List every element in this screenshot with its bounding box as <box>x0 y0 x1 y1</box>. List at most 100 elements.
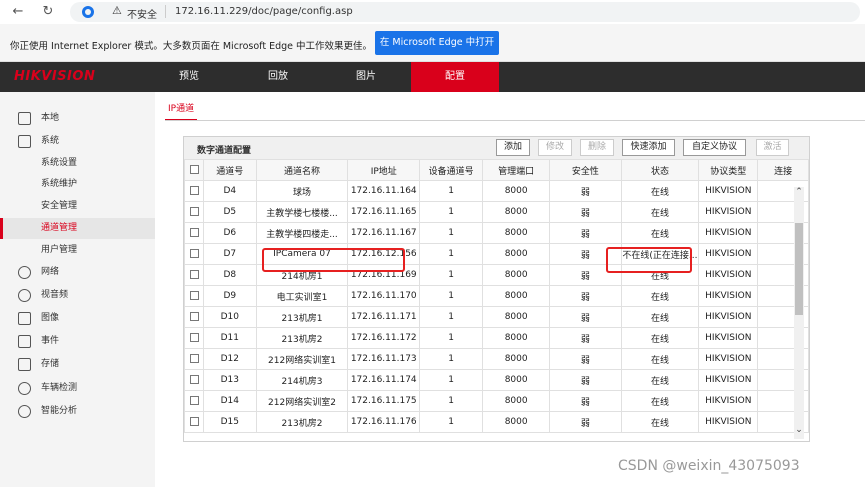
table-row[interactable]: D12 212网络实训室1 172.16.11.173 1 8000 弱在线 HIKVISI… <box>183 348 809 370</box>
table-row[interactable]: D4 球场 172.16.11.164 1 8000 弱在线 HIKVISION <box>183 180 809 202</box>
cell-security: 弱 <box>549 180 622 202</box>
tab-preview[interactable]: 预览 <box>145 62 233 92</box>
custom-protocol-button[interactable]: 自定义协议 <box>683 139 746 156</box>
row-checkbox[interactable] <box>183 243 205 265</box>
sidebar-item-user-management[interactable]: 用户管理 <box>0 240 155 261</box>
table-row[interactable]: D5 主教学楼七楼楼... 172.16.11.165 1 8000 弱在线 HIKVISI… <box>183 201 809 223</box>
cell-status: 在线 <box>620 180 700 202</box>
row-checkbox[interactable] <box>183 180 205 202</box>
cell-protocol: HIKVISION <box>698 180 759 202</box>
col-status[interactable]: 状态 <box>620 159 700 181</box>
col-connection[interactable]: 连接 <box>757 159 809 181</box>
row-checkbox[interactable] <box>183 390 205 412</box>
calendar-icon <box>18 335 31 348</box>
add-button[interactable]: 添加 <box>496 139 530 156</box>
row-checkbox[interactable] <box>183 348 205 370</box>
tab-playback[interactable]: 回放 <box>234 62 322 92</box>
cell-device-channel: 1 <box>418 390 484 412</box>
cell-protocol: HIKVISION <box>698 201 759 223</box>
cell-device-channel: 1 <box>418 264 484 286</box>
cell-management-port: 8000 <box>482 243 551 265</box>
delete-button[interactable]: 删除 <box>580 139 614 156</box>
cell-security: 弱 <box>549 369 622 391</box>
cell-channel-no: D9 <box>203 285 257 307</box>
cell-security: 弱 <box>549 390 622 412</box>
row-checkbox[interactable] <box>183 306 205 328</box>
row-checkbox[interactable] <box>183 222 205 244</box>
cell-status: 在线 <box>620 411 700 433</box>
select-all-checkbox[interactable] <box>183 159 205 181</box>
cell-device-channel: 1 <box>418 369 484 391</box>
sidebar-item-network[interactable]: 网络 <box>0 262 155 283</box>
cell-status: 在线 <box>620 327 700 349</box>
col-channel-name[interactable]: 通道名称 <box>255 159 349 181</box>
cell-channel-no: D15 <box>203 411 257 433</box>
cell-status: 在线 <box>620 285 700 307</box>
col-channel-no[interactable]: 通道号 <box>203 159 257 181</box>
row-checkbox[interactable] <box>183 264 205 286</box>
col-management-port[interactable]: 管理端口 <box>482 159 551 181</box>
sidebar-item-channel-management[interactable]: 通道管理 <box>0 218 155 239</box>
warning-icon: ⚠ <box>112 4 122 17</box>
tab-ip-channel[interactable]: IP通道 <box>165 101 198 121</box>
sidebar-item-video-audio[interactable]: 视音频 <box>0 285 155 306</box>
sidebar-item-system[interactable]: 系统 <box>0 131 155 152</box>
url-text[interactable]: 172.16.11.229/doc/page/config.asp <box>175 6 353 17</box>
scroll-down-icon[interactable]: ⌄ <box>794 425 804 435</box>
table-row[interactable]: D13 214机房3 172.16.11.174 1 8000 弱在线 HIKVISION <box>183 369 809 391</box>
cell-ip-address: 172.16.11.176 <box>347 411 420 433</box>
ie-mode-icon[interactable] <box>82 6 94 18</box>
gear-icon <box>18 405 31 418</box>
row-checkbox[interactable] <box>183 327 205 349</box>
col-protocol[interactable]: 协议类型 <box>698 159 759 181</box>
cell-channel-name: 主教学楼四楼走... <box>255 222 349 244</box>
cell-management-port: 8000 <box>482 348 551 370</box>
cell-protocol: HIKVISION <box>698 369 759 391</box>
sidebar-item-storage[interactable]: 存储 <box>0 354 155 375</box>
panel-title: 数字通道配置 <box>197 146 252 156</box>
table-row[interactable]: D9 电工实训室1 172.16.11.170 1 8000 弱在线 HIKVISION <box>183 285 809 307</box>
scroll-thumb[interactable] <box>795 223 803 315</box>
row-checkbox[interactable] <box>183 285 205 307</box>
tab-picture[interactable]: 图片 <box>322 62 410 92</box>
globe-icon <box>18 266 31 279</box>
table-row[interactable]: D6 主教学楼四楼走... 172.16.11.167 1 8000 弱在线 HIKVISI… <box>183 222 809 244</box>
col-device-channel[interactable]: 设备通道号 <box>418 159 484 181</box>
table-row[interactable]: D10 213机房1 172.16.11.171 1 8000 弱在线 HIKVISION <box>183 306 809 328</box>
table-scrollbar[interactable]: ⌃ ⌄ <box>794 187 804 439</box>
row-checkbox[interactable] <box>183 201 205 223</box>
cell-channel-name: 电工实训室1 <box>255 285 349 307</box>
top-navigation: HIKVISION 预览 回放 图片 配置 <box>0 62 865 92</box>
sidebar-item-system-settings[interactable]: 系统设置 <box>0 153 155 174</box>
sidebar-item-event[interactable]: 事件 <box>0 331 155 352</box>
col-ip-address[interactable]: IP地址 <box>347 159 420 181</box>
sidebar-item-local[interactable]: 本地 <box>0 108 155 129</box>
back-icon[interactable]: ← <box>10 4 26 20</box>
table-row[interactable]: D14 212网络实训室2 172.16.11.175 1 8000 弱在线 HIKVISI… <box>183 390 809 412</box>
vehicle-icon <box>18 382 31 395</box>
sidebar-item-security[interactable]: 安全管理 <box>0 196 155 217</box>
cell-device-channel: 1 <box>418 243 484 265</box>
quick-add-button[interactable]: 快速添加 <box>622 139 675 156</box>
table-row[interactable]: D15 213机房2 172.16.11.176 1 8000 弱在线 HIKVISION <box>183 411 809 433</box>
row-checkbox[interactable] <box>183 411 205 433</box>
tab-configuration[interactable]: 配置 <box>411 62 499 92</box>
sidebar-item-vehicle-detection[interactable]: 车辆检测 <box>0 378 155 399</box>
activate-button[interactable]: 激活 <box>756 139 789 156</box>
cell-management-port: 8000 <box>482 285 551 307</box>
cell-device-channel: 1 <box>418 306 484 328</box>
cell-channel-no: D11 <box>203 327 257 349</box>
modify-button[interactable]: 修改 <box>538 139 572 156</box>
col-security[interactable]: 安全性 <box>549 159 622 181</box>
cell-management-port: 8000 <box>482 411 551 433</box>
table-row[interactable]: D11 213机房2 172.16.11.172 1 8000 弱在线 HIKVISION <box>183 327 809 349</box>
address-bar: ← ↻ ⚠ 不安全 172.16.11.229/doc/page/config.… <box>0 0 865 24</box>
sidebar-item-system-maintenance[interactable]: 系统维护 <box>0 174 155 195</box>
sidebar-item-image[interactable]: 图像 <box>0 308 155 329</box>
sidebar-item-smart-analysis[interactable]: 智能分析 <box>0 401 155 422</box>
scroll-up-icon[interactable]: ⌃ <box>794 187 804 197</box>
open-in-edge-button[interactable]: 在 Microsoft Edge 中打开 <box>375 31 499 55</box>
refresh-icon[interactable]: ↻ <box>40 4 56 20</box>
row-checkbox[interactable] <box>183 369 205 391</box>
cell-channel-name: 213机房2 <box>255 411 349 433</box>
